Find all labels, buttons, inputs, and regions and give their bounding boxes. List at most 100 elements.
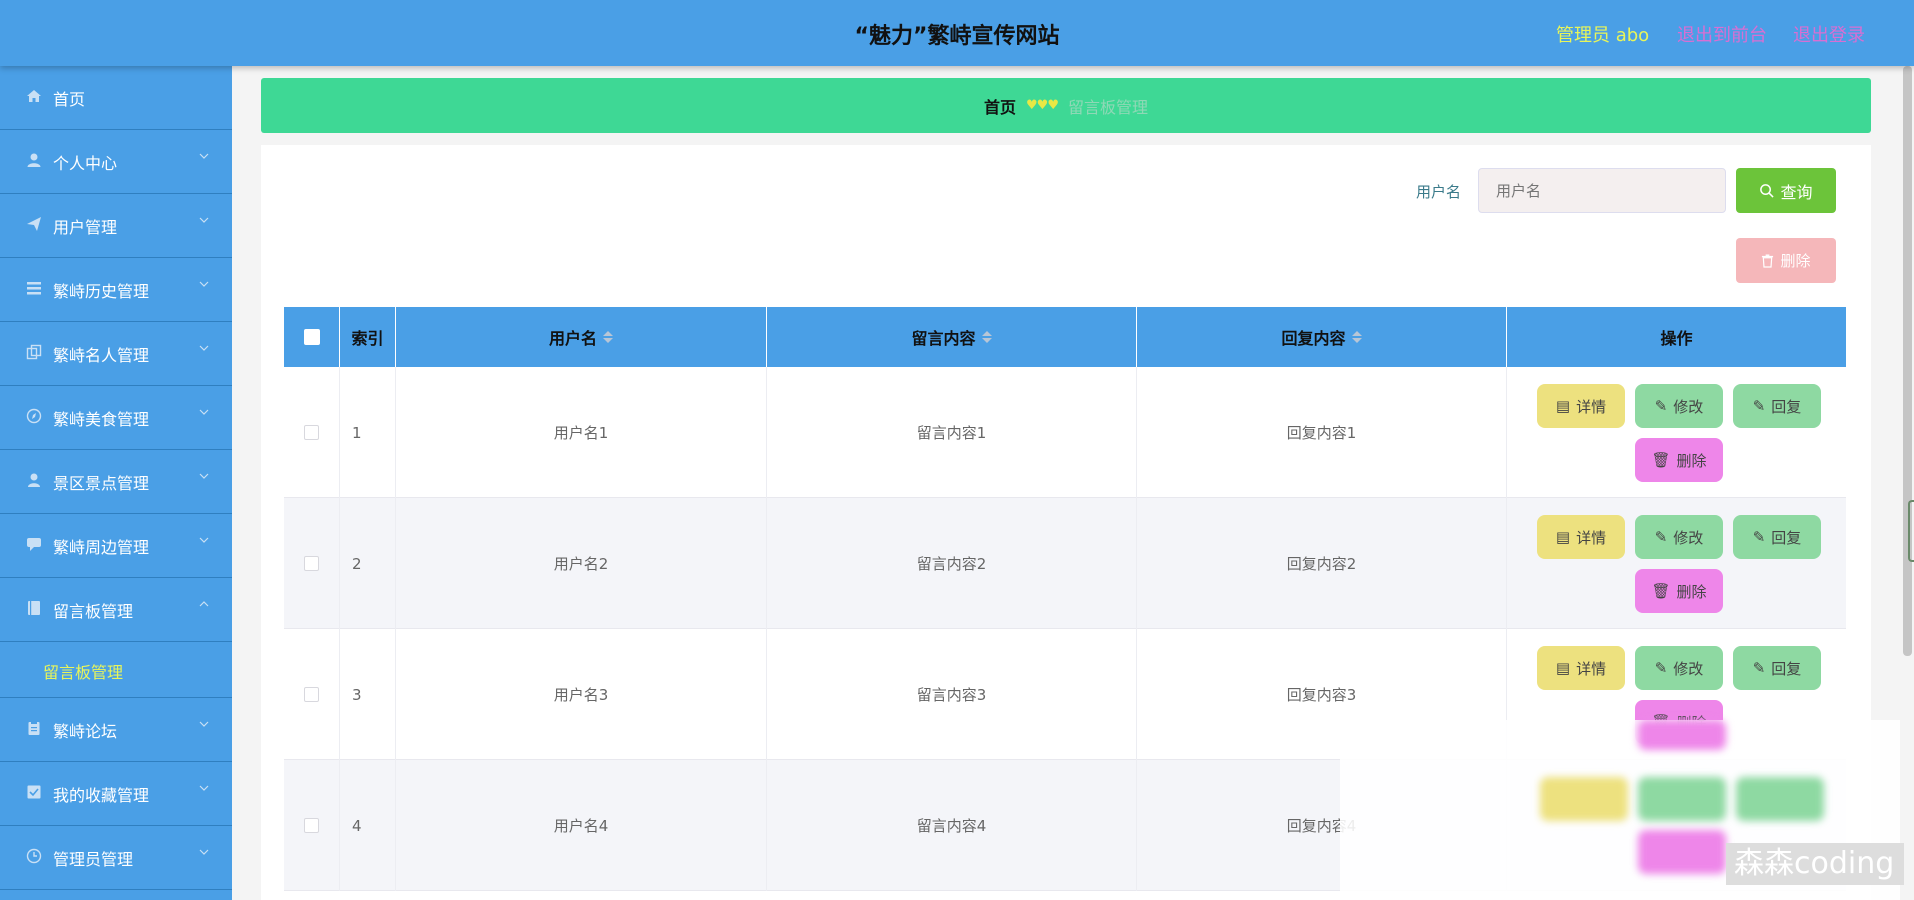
col-index-label: 索引	[351, 329, 384, 348]
select-all-checkbox[interactable]	[303, 329, 320, 345]
table-row: 2 用户名2 留言内容2 回复内容2 ▤ 详情 ✎ 修改 ✎ 回复 🗑 删除	[284, 498, 1846, 629]
sidebar-item-label: 用户管理	[53, 218, 118, 237]
breadcrumb-home[interactable]: 首页	[984, 94, 1016, 118]
sidebar-item-label: 繁峙论坛	[53, 722, 118, 741]
exit-to-front-link[interactable]: 退出到前台	[1677, 21, 1767, 47]
row-select-cell	[284, 629, 340, 760]
sidebar-item-label: 首页	[53, 90, 86, 109]
row-index: 3	[340, 629, 396, 760]
checkbox-icon	[26, 784, 42, 800]
col-reply[interactable]: 回复内容	[1137, 307, 1507, 367]
reply-button[interactable]: ✎ 回复	[1733, 384, 1821, 428]
row-reply: 回复内容2	[1137, 498, 1507, 629]
row-checkbox[interactable]	[304, 556, 319, 571]
sidebar-item-food[interactable]: 繁峙美食管理	[0, 386, 232, 450]
col-actions: 操作	[1507, 307, 1846, 367]
sort-icon[interactable]	[603, 331, 613, 343]
edit-button[interactable]: ✎ 修改	[1635, 384, 1723, 428]
side-drawer-handle[interactable]	[1908, 500, 1914, 562]
row-actions: ▤ 详情 ✎ 修改 ✎ 回复 🗑 删除	[1509, 367, 1846, 498]
row-username: 用户名2	[396, 498, 767, 629]
table-header: 索引 用户名 留言内容 回复内容 操作	[284, 307, 1846, 367]
col-index: 索引	[340, 307, 396, 367]
sidebar-item-user-management[interactable]: 用户管理	[0, 194, 232, 258]
search-button-label: 查询	[1780, 182, 1813, 202]
row-message: 留言内容3	[767, 629, 1137, 760]
sidebar-item-home[interactable]: 首页	[0, 66, 232, 130]
reply-button[interactable]: ✎ 回复	[1733, 646, 1821, 690]
sidebar-item-label: 个人中心	[53, 154, 118, 173]
edit-label: 修改	[1673, 397, 1704, 416]
batch-delete-button[interactable]: 删除	[1736, 238, 1836, 283]
sidebar-item-forum[interactable]: 繁峙论坛	[0, 698, 232, 762]
detail-button[interactable]: ▤ 详情	[1537, 384, 1625, 428]
trash-icon: 🗑	[1651, 582, 1671, 600]
sidebar-item-label: 景区景点管理	[53, 474, 150, 493]
detail-button[interactable]: ▤ 详情	[1537, 646, 1625, 690]
logout-link[interactable]: 退出登录	[1793, 21, 1865, 47]
col-username[interactable]: 用户名	[396, 307, 767, 367]
batch-delete-label: 删除	[1780, 252, 1811, 270]
top-header: “魅力”繁峙宣传网站 管理员 abo 退出到前台 退出登录	[0, 0, 1914, 66]
search-button[interactable]: 查询	[1736, 168, 1836, 213]
sidebar-item-admin-management[interactable]: 管理员管理	[0, 826, 232, 890]
chat-icon	[26, 536, 42, 552]
clipboard-icon	[26, 720, 42, 736]
detail-label: 详情	[1576, 397, 1607, 416]
detail-icon: ▤	[1555, 397, 1571, 415]
edit-button[interactable]: ✎ 修改	[1635, 515, 1723, 559]
col-reply-label: 回复内容	[1281, 329, 1346, 348]
row-checkbox[interactable]	[304, 818, 319, 833]
sidebar-item-scenic-spots[interactable]: 景区景点管理	[0, 450, 232, 514]
detail-icon: ▤	[1555, 528, 1571, 546]
reply-label: 回复	[1771, 397, 1802, 416]
reply-label: 回复	[1771, 528, 1802, 547]
sidebar-item-celebrities[interactable]: 繁峙名人管理	[0, 322, 232, 386]
delete-button[interactable]: 🗑 删除	[1635, 438, 1723, 482]
sidebar-item-surroundings[interactable]: 繁峙周边管理	[0, 514, 232, 578]
sidebar-item-favorites[interactable]: 我的收藏管理	[0, 762, 232, 826]
row-reply: 回复内容1	[1137, 367, 1507, 498]
home-icon	[26, 88, 42, 104]
sort-icon[interactable]	[1351, 331, 1362, 343]
col-message[interactable]: 留言内容	[767, 307, 1137, 367]
book-icon	[26, 600, 42, 616]
chevron-down-icon	[199, 721, 209, 727]
table-row: 1 用户名1 留言内容1 回复内容1 ▤ 详情 ✎ 修改 ✎ 回复 🗑 删除	[284, 367, 1846, 498]
row-checkbox[interactable]	[304, 425, 319, 440]
sidebar-item-personal-center[interactable]: 个人中心	[0, 130, 232, 194]
select-all-cell	[284, 307, 340, 367]
reply-button[interactable]: ✎ 回复	[1733, 515, 1821, 559]
row-username: 用户名3	[396, 629, 767, 760]
detail-button[interactable]: ▤ 详情	[1537, 515, 1625, 559]
edit-icon: ✎	[1654, 397, 1668, 415]
edit-label: 修改	[1673, 528, 1704, 547]
sidebar: 首页 个人中心 用户管理 繁峙历史管理 繁峙名人管理 繁峙美食管理 景区景点管理…	[0, 66, 232, 900]
edit-button[interactable]: ✎ 修改	[1635, 646, 1723, 690]
watermark: 森森coding	[1726, 843, 1904, 885]
breadcrumb: 首页 ♥♥♥ 留言板管理	[261, 78, 1871, 133]
sort-icon[interactable]	[981, 331, 992, 343]
page-scrollbar-thumb[interactable]	[1903, 66, 1912, 656]
row-username: 用户名4	[396, 760, 767, 891]
row-checkbox[interactable]	[304, 687, 319, 702]
sidebar-item-history[interactable]: 繁峙历史管理	[0, 258, 232, 322]
sidebar-subitem-message-board[interactable]: 留言板管理	[0, 642, 232, 698]
row-select-cell	[284, 498, 340, 629]
chevron-down-icon	[199, 345, 209, 351]
person-icon	[26, 472, 42, 488]
search-username-input[interactable]	[1478, 168, 1726, 213]
edit-label: 修改	[1673, 659, 1704, 678]
sidebar-item-label: 留言板管理	[53, 602, 134, 621]
sidebar-item-label: 管理员管理	[53, 850, 134, 869]
list-icon	[26, 280, 42, 296]
row-index: 1	[340, 367, 396, 498]
delete-button[interactable]: 🗑 删除	[1635, 569, 1723, 613]
row-username: 用户名1	[396, 367, 767, 498]
row-select-cell	[284, 367, 340, 498]
detail-label: 详情	[1576, 659, 1607, 678]
trash-icon	[1762, 254, 1774, 268]
user-icon	[26, 152, 42, 168]
sidebar-item-message-board[interactable]: 留言板管理	[0, 578, 232, 642]
admin-user-label: 管理员 abo	[1556, 25, 1650, 46]
